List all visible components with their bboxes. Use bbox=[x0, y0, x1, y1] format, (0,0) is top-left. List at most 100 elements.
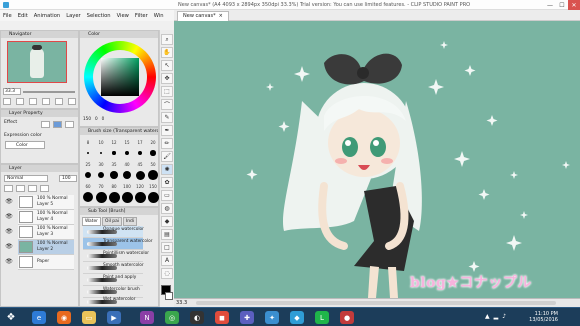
opacity-field[interactable]: 100 bbox=[59, 175, 77, 182]
color-wheel[interactable] bbox=[84, 41, 156, 113]
status-zoom[interactable]: 33.3 bbox=[176, 300, 187, 306]
brush-size-swatch[interactable] bbox=[148, 170, 158, 180]
brush-size-swatch[interactable] bbox=[82, 191, 94, 203]
layer-row[interactable]: Paper bbox=[18, 255, 74, 270]
sub-tool-item[interactable]: Smooth watercolor bbox=[83, 262, 144, 274]
color-effect-icon[interactable] bbox=[65, 121, 74, 128]
eye-icon[interactable]: 👁 bbox=[5, 243, 13, 251]
pen-tool-icon[interactable]: ✒ bbox=[161, 125, 173, 136]
layer-row[interactable]: 100 % Normal Layer 3 bbox=[18, 225, 74, 240]
tab-india-ink[interactable]: Indi bbox=[122, 217, 138, 226]
layer-row-selected[interactable]: 100 % Normal Layer 2 bbox=[18, 240, 74, 255]
navigator-preview[interactable] bbox=[7, 41, 67, 83]
border-effect-icon[interactable] bbox=[41, 121, 50, 128]
balloon-tool-icon[interactable]: ◌ bbox=[161, 268, 173, 279]
tray-chevron-icon[interactable]: ▲ bbox=[485, 313, 490, 320]
menu-animation[interactable]: Animation bbox=[34, 13, 60, 19]
brush-tool-icon[interactable]: 🖌 bbox=[161, 151, 173, 162]
brush-size-swatch[interactable] bbox=[137, 150, 143, 156]
selection-tool-icon[interactable]: ⬚ bbox=[161, 86, 173, 97]
pencil-tool-icon[interactable]: ✏ bbox=[161, 138, 173, 149]
menu-edit[interactable]: Edit bbox=[18, 13, 28, 19]
eye-icon[interactable]: 👁 bbox=[5, 258, 13, 266]
minimize-button[interactable]: — bbox=[544, 0, 556, 10]
layer-row[interactable]: 100 % Normal Layer 4 bbox=[18, 210, 74, 225]
clip-icon[interactable] bbox=[4, 185, 13, 192]
eye-icon[interactable]: 👁 bbox=[5, 198, 13, 206]
explorer-icon[interactable]: ▭ bbox=[82, 311, 96, 324]
brush-size-swatch[interactable] bbox=[108, 191, 120, 203]
menu-file[interactable]: File bbox=[3, 13, 12, 19]
menu-filter[interactable]: Filter bbox=[135, 13, 148, 19]
navigator-zoom-slider[interactable] bbox=[23, 91, 75, 93]
status-scrollbar[interactable] bbox=[196, 301, 556, 305]
firefox-icon[interactable]: ◉ bbox=[57, 311, 71, 324]
sub-tool-item[interactable]: Opaque watercolor bbox=[83, 226, 144, 238]
start-button-icon[interactable]: ❖ bbox=[4, 311, 18, 324]
brush-size-swatch[interactable] bbox=[95, 191, 107, 203]
magnifier-tool-icon[interactable]: ⌕ bbox=[161, 34, 173, 45]
gradient-tool-icon[interactable]: ▤ bbox=[161, 229, 173, 240]
sub-tool-item[interactable]: Pointillism watercolor bbox=[83, 250, 149, 262]
sub-tool-item[interactable]: Paint and apply bbox=[83, 274, 143, 286]
color-sv-square[interactable] bbox=[101, 58, 139, 96]
airbrush-tool-icon[interactable]: ✺ bbox=[161, 164, 173, 175]
brush-size-swatch[interactable] bbox=[99, 151, 103, 155]
menu-window[interactable]: Win bbox=[154, 13, 164, 19]
volume-icon[interactable]: ♪ bbox=[502, 313, 506, 320]
brush-size-swatch[interactable] bbox=[134, 191, 146, 203]
close-button[interactable]: ✕ bbox=[568, 0, 580, 10]
eyedropper-tool-icon[interactable]: ✎ bbox=[161, 112, 173, 123]
sub-color-swatch[interactable] bbox=[165, 292, 173, 300]
sub-tool-item[interactable]: Wet watercolor bbox=[83, 296, 143, 306]
brush-size-swatch[interactable] bbox=[122, 170, 132, 180]
operation-tool-icon[interactable]: ↖ bbox=[161, 60, 173, 71]
brush-size-swatch[interactable] bbox=[135, 170, 145, 180]
expression-color-select[interactable]: Color bbox=[5, 141, 45, 149]
tab-oil-paint[interactable]: Oil pai bbox=[101, 217, 122, 226]
hand-tool-icon[interactable]: ✋ bbox=[161, 47, 173, 58]
navigator-zoom-field[interactable]: 33.3 bbox=[3, 88, 21, 95]
media-icon[interactable]: ▶ bbox=[107, 311, 121, 324]
brush-size-swatch[interactable] bbox=[97, 171, 105, 179]
close-icon[interactable]: × bbox=[219, 12, 223, 21]
eye-icon[interactable]: 👁 bbox=[5, 213, 13, 221]
brush-size-swatch[interactable] bbox=[87, 152, 89, 154]
app-icon[interactable]: ✦ bbox=[265, 311, 279, 324]
drawing-canvas[interactable] bbox=[174, 21, 580, 298]
ie-icon[interactable]: e bbox=[32, 311, 46, 324]
decoration-tool-icon[interactable]: ✿ bbox=[161, 177, 173, 188]
zoom-out-icon[interactable] bbox=[16, 98, 24, 105]
brush-size-swatch[interactable] bbox=[84, 171, 92, 179]
tone-effect-icon[interactable] bbox=[53, 121, 62, 128]
onenote-icon[interactable]: N bbox=[140, 311, 154, 324]
line-icon[interactable]: L bbox=[315, 311, 329, 324]
app-icon[interactable]: ◐ bbox=[190, 311, 204, 324]
app-icon[interactable]: ● bbox=[340, 311, 354, 324]
flip-icon[interactable] bbox=[68, 98, 76, 105]
zoom-in-icon[interactable] bbox=[3, 98, 11, 105]
lock-icon[interactable] bbox=[28, 185, 37, 192]
move-tool-icon[interactable]: ✥ bbox=[161, 73, 173, 84]
rotate-left-icon[interactable] bbox=[42, 98, 50, 105]
app-icon[interactable]: ✚ bbox=[240, 311, 254, 324]
eye-icon[interactable]: 👁 bbox=[5, 228, 13, 236]
menu-layer[interactable]: Layer bbox=[66, 13, 80, 19]
figure-tool-icon[interactable]: □ bbox=[161, 242, 173, 253]
brush-size-swatch[interactable] bbox=[150, 150, 156, 156]
fill-tool-icon[interactable]: ◆ bbox=[161, 216, 173, 227]
chrome-icon[interactable]: ◎ bbox=[165, 311, 179, 324]
sub-tool-item-selected[interactable]: Transparent watercolor bbox=[83, 238, 153, 250]
brush-size-swatch[interactable] bbox=[124, 150, 130, 156]
lasso-tool-icon[interactable]: ⌒ bbox=[161, 99, 173, 110]
clip-studio-icon[interactable]: ◆ bbox=[290, 311, 304, 324]
canvas-tab[interactable]: New canvas* × bbox=[177, 11, 229, 21]
fit-icon[interactable] bbox=[29, 98, 37, 105]
blend-mode-select[interactable]: Normal bbox=[4, 175, 48, 182]
clock[interactable]: 11:10 PM 13/05/2016 bbox=[529, 311, 558, 323]
maximize-button[interactable]: ☐ bbox=[556, 0, 568, 10]
network-icon[interactable]: ▂ bbox=[494, 313, 499, 320]
tab-water[interactable]: Water bbox=[82, 217, 101, 226]
brush-size-swatch[interactable] bbox=[147, 191, 159, 203]
brush-size-swatch[interactable] bbox=[112, 151, 116, 155]
